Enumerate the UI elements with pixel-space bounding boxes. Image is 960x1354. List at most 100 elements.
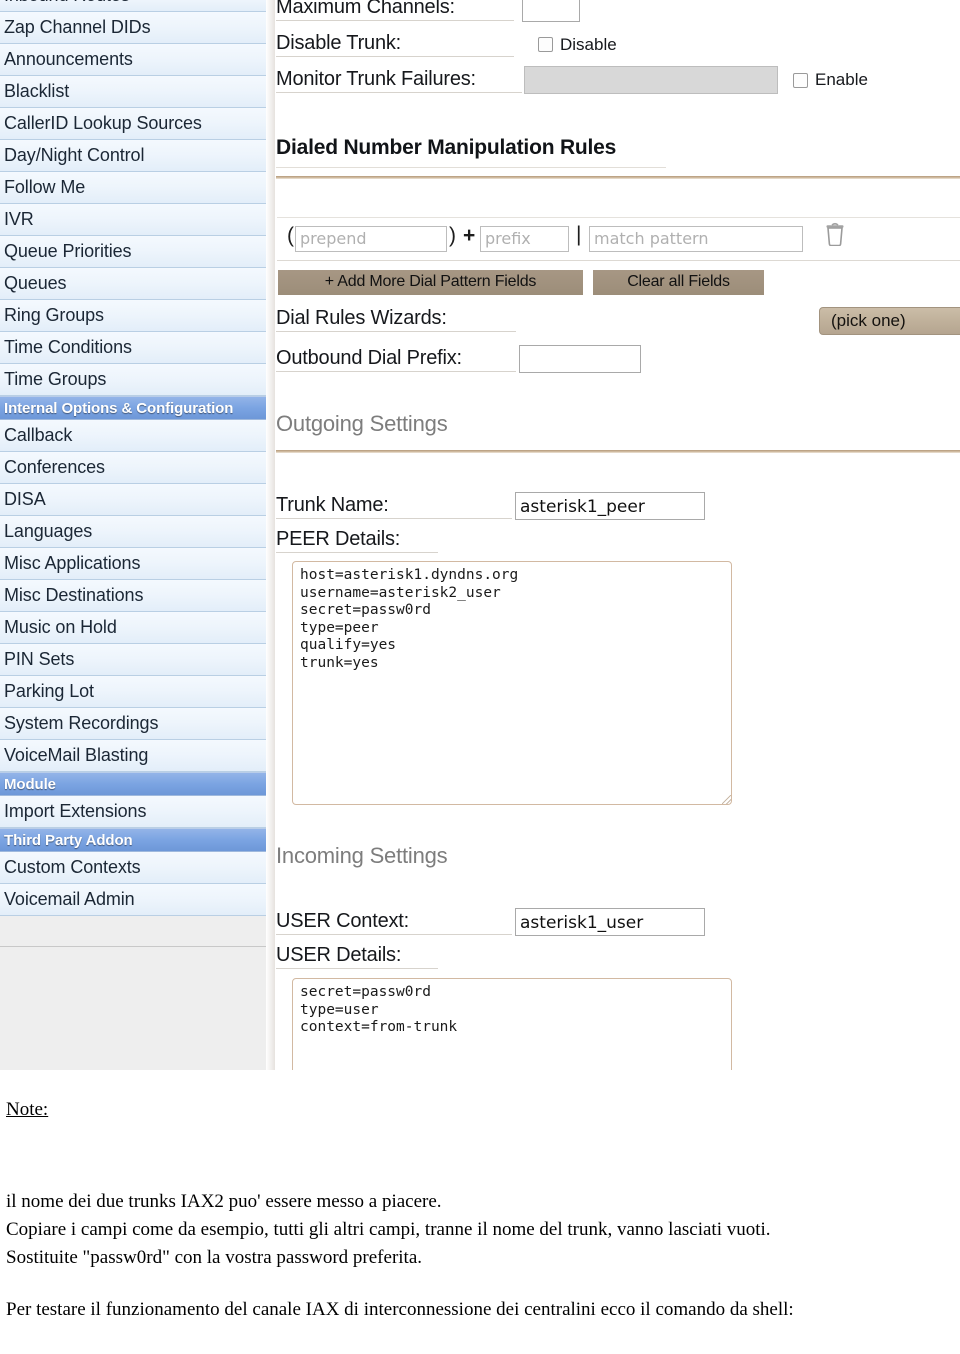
sidebar-item-queue-priorities[interactable]: Queue Priorities [0,236,266,268]
embedded-screenshot: Inbound Routes Zap Channel DIDs Announceme… [0,0,960,1070]
sidebar-item-label: IVR [4,209,34,229]
outbound-dial-prefix-input[interactable] [519,345,641,373]
dial-rules-wizards-label: Dial Rules Wizards: [276,307,516,332]
sidebar-scrollbar[interactable] [266,0,275,1070]
sidebar-item-label: Queue Priorities [4,241,132,261]
pipe-label: | [576,223,582,246]
sidebar-item-label: Announcements [4,49,133,69]
sidebar-item-ring-groups[interactable]: Ring Groups [0,300,266,332]
user-details-textarea[interactable]: secret=passw0rd type=user context=from-t… [292,978,732,1070]
user-context-label: USER Context: [276,910,512,935]
sidebar-item-list: Inbound Routes Zap Channel DIDs Announceme… [0,0,266,916]
sidebar-item-ivr[interactable]: IVR [0,204,266,236]
sidebar-item-label: Inbound Routes [4,0,130,5]
sidebar-item-time-conditions[interactable]: Time Conditions [0,332,266,364]
user-context-row: USER Context: asterisk1_user [276,908,705,936]
dialed-number-rules-heading: Dialed Number Manipulation Rules [276,136,617,159]
sidebar-item-module[interactable]: Module [0,772,266,796]
section-divider-1 [276,176,960,179]
sidebar-item-label: Music on Hold [4,617,117,637]
sidebar-item-conferences[interactable]: Conferences [0,452,266,484]
clear-all-fields-button[interactable]: Clear all Fields [593,270,764,295]
sidebar-item-music-on-hold[interactable]: Music on Hold [0,612,266,644]
note-heading: Note: [6,1099,49,1120]
trunk-settings-pane: Maximum Channels: Disable Trunk: Disable… [276,0,960,1070]
heading-underline-1 [276,167,666,168]
page-root: Inbound Routes Zap Channel DIDs Announceme… [0,0,960,1354]
note-line-3: Sostituite "passw0rd" con la vostra pass… [6,1247,423,1268]
sidebar-item-pin-sets[interactable]: PIN Sets [0,644,266,676]
sidebar-item-label: Voicemail Admin [4,889,135,909]
prefix-input[interactable]: prefix [480,226,569,252]
maximum-channels-input[interactable] [522,0,580,22]
sidebar-item-voicemail-blasting[interactable]: VoiceMail Blasting [0,740,266,772]
sidebar-item-label: Ring Groups [4,305,104,325]
sidebar-empty-area [0,946,266,1070]
note-spacer [6,1272,826,1296]
note-line-2: Copiare i campi come da esempio, tutti g… [6,1219,771,1240]
sidebar-item-custom-contexts[interactable]: Custom Contexts [0,852,266,884]
sidebar-item-label: Third Party Addon [4,832,133,849]
sidebar-item-voicemail-admin[interactable]: Voicemail Admin [0,884,266,916]
maximum-channels-row: Maximum Channels: [276,0,580,22]
sidebar-item-label: Zap Channel DIDs [4,17,151,37]
sidebar-item-label: Follow Me [4,177,86,197]
sidebar-item-label: Callback [4,425,73,445]
sidebar-navigation: Inbound Routes Zap Channel DIDs Announceme… [0,0,269,1070]
sidebar-item-languages[interactable]: Languages [0,516,266,548]
sidebar-item-announcements[interactable]: Announcements [0,44,266,76]
sidebar-item-import-extensions[interactable]: Import Extensions [0,796,266,828]
sidebar-item-label: VoiceMail Blasting [4,745,149,765]
user-context-input[interactable]: asterisk1_user [515,908,705,936]
open-paren-label: ( [287,224,294,247]
sidebar-item-label: Day/Night Control [4,145,145,165]
trash-icon[interactable] [825,222,845,247]
prepend-input[interactable]: prepend [295,226,447,252]
sidebar-item-disa[interactable]: DISA [0,484,266,516]
sidebar-item-queues[interactable]: Queues [0,268,266,300]
sidebar-item-parking-lot[interactable]: Parking Lot [0,676,266,708]
notes-section: Note: il nome dei due trunks IAX2 puo' e… [0,1070,960,1354]
user-details-row: USER Details: [276,944,438,969]
maximum-channels-label: Maximum Channels: [276,0,514,21]
sidebar-item-label: Misc Applications [4,553,141,573]
monitor-trunk-failures-label: Monitor Trunk Failures: [276,68,522,93]
sidebar-item-label: Time Groups [4,369,107,389]
plus-label: + [463,224,476,247]
sidebar-item-internal-options-configuration[interactable]: Internal Options & Configuration [0,396,266,420]
sidebar-item-callerid-lookup-sources[interactable]: CallerID Lookup Sources [0,108,266,140]
peer-details-textarea[interactable]: host=asterisk1.dyndns.org username=aster… [292,561,732,805]
sidebar-item-day-night-control[interactable]: Day/Night Control [0,140,266,172]
sidebar-item-label: PIN Sets [4,649,75,669]
sidebar-item-third-party-addon[interactable]: Third Party Addon [0,828,266,852]
sidebar-item-label: System Recordings [4,713,159,733]
sidebar-item-follow-me[interactable]: Follow Me [0,172,266,204]
match-pattern-input[interactable]: match pattern [589,226,803,252]
disable-trunk-checkbox[interactable] [538,37,553,52]
peer-details-label: PEER Details: [276,528,438,553]
incoming-settings-heading: Incoming Settings [276,843,448,868]
trunk-name-input[interactable]: asterisk1_peer [515,492,705,520]
note-line-4: Per testare il funzionamento del canale … [6,1299,794,1320]
monitor-trunk-failures-checkbox[interactable] [793,72,808,88]
monitor-trunk-failures-checkbox-label: Enable [815,70,868,89]
sidebar-item-label: Internal Options & Configuration [4,400,234,417]
sidebar-item-inbound-routes[interactable]: Inbound Routes [0,0,266,12]
sidebar-item-callback[interactable]: Callback [0,420,266,452]
disable-trunk-checkbox-label: Disable [560,34,617,54]
sidebar-item-time-groups[interactable]: Time Groups [0,364,266,396]
sidebar-item-misc-applications[interactable]: Misc Applications [0,548,266,580]
outgoing-settings-heading: Outgoing Settings [276,411,448,436]
add-more-dial-pattern-fields-button[interactable]: + Add More Dial Pattern Fields [278,270,583,295]
dial-rules-wizards-select[interactable]: (pick one) [819,307,960,335]
sidebar-item-blacklist[interactable]: Blacklist [0,76,266,108]
trunk-name-label: Trunk Name: [276,494,512,519]
sidebar-item-system-recordings[interactable]: System Recordings [0,708,266,740]
sidebar-item-label: Import Extensions [4,801,147,821]
close-paren-label: ) [449,224,456,247]
monitor-trunk-failures-input[interactable] [524,66,778,94]
peer-details-resize-handle[interactable] [722,795,731,804]
sidebar-item-misc-destinations[interactable]: Misc Destinations [0,580,266,612]
disable-trunk-row: Disable Trunk: Disable [276,32,617,57]
sidebar-item-zap-channel-dids[interactable]: Zap Channel DIDs [0,12,266,44]
